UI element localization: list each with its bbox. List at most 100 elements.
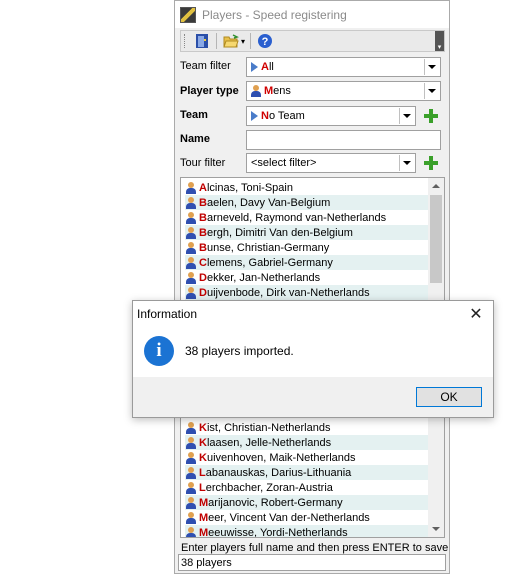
player-initial: M xyxy=(199,496,209,509)
toolbar-separator xyxy=(250,33,252,49)
list-item[interactable]: Lerchbacher, Zoran-Austria xyxy=(185,480,429,495)
toolbar: ▾ ? ▾ xyxy=(180,30,445,52)
player-name: aelen, Davy Van-Belgium xyxy=(206,196,331,209)
information-dialog: Information ✕ i 38 players imported. OK xyxy=(132,300,494,418)
player-name: eer, Vincent Van der-Netherlands xyxy=(208,511,370,524)
chevron-down-icon[interactable] xyxy=(399,108,414,124)
list-item[interactable]: Baelen, Davy Van-Belgium xyxy=(185,195,429,210)
list-item[interactable]: Alcinas, Toni-Spain xyxy=(185,180,429,195)
team-filter-value-initial: A xyxy=(261,61,269,73)
player-name: lemens, Gabriel-Germany xyxy=(206,256,333,269)
flag-icon xyxy=(251,62,258,72)
window-title: Players - Speed registering xyxy=(202,7,347,22)
open-button[interactable] xyxy=(222,32,240,50)
person-icon xyxy=(186,436,196,449)
player-name: lcinas, Toni-Spain xyxy=(206,181,293,194)
add-tour-filter-button[interactable] xyxy=(423,155,439,171)
team-value-initial: N xyxy=(261,110,269,122)
list-item[interactable]: Dekker, Jan-Netherlands xyxy=(185,270,429,285)
team-filter-label: Team filter xyxy=(180,60,231,72)
list-item[interactable]: Barneveld, Raymond van-Netherlands xyxy=(185,210,429,225)
player-type-select[interactable]: Mens xyxy=(246,81,441,101)
app-icon xyxy=(180,6,196,23)
person-icon xyxy=(251,85,261,97)
player-name: eeuwisse, Yordi-Netherlands xyxy=(208,526,348,538)
list-item[interactable]: Klaasen, Jelle-Netherlands xyxy=(185,435,429,450)
player-name: ekker, Jan-Netherlands xyxy=(206,271,321,284)
person-icon xyxy=(186,496,196,509)
close-icon[interactable]: ✕ xyxy=(467,305,485,323)
player-initial: K xyxy=(199,421,207,434)
person-icon xyxy=(186,226,196,239)
player-initial: D xyxy=(199,286,207,299)
list-item[interactable]: Labanauskas, Darius-Lithuania xyxy=(185,465,429,480)
person-icon xyxy=(186,511,196,524)
player-initial: B xyxy=(199,226,207,239)
flag-icon xyxy=(251,111,258,121)
player-initial: L xyxy=(199,466,206,479)
information-icon: i xyxy=(144,336,174,366)
chevron-down-icon[interactable] xyxy=(424,83,439,99)
scroll-up-arrow-icon[interactable] xyxy=(428,178,444,194)
tour-filter-value: <select filter> xyxy=(251,157,317,169)
player-name: ergh, Dimitri Van den-Belgium xyxy=(206,226,353,239)
ok-button[interactable]: OK xyxy=(416,387,482,407)
person-icon xyxy=(186,466,196,479)
players-window: Players - Speed registering ▾ ? ▾ Team f… xyxy=(174,0,450,574)
person-icon xyxy=(186,451,196,464)
list-item[interactable]: Meeuwisse, Yordi-Netherlands xyxy=(185,525,429,538)
team-select[interactable]: No Team xyxy=(246,106,416,126)
tour-filter-select[interactable]: <select filter> xyxy=(246,153,416,173)
open-dropdown-arrow[interactable]: ▾ xyxy=(241,37,245,46)
status-bar: 38 players xyxy=(178,554,446,571)
team-label: Team xyxy=(180,109,208,121)
player-initial: D xyxy=(199,271,207,284)
person-icon xyxy=(186,196,196,209)
person-icon xyxy=(186,271,196,284)
player-type-label: Player type xyxy=(180,85,239,97)
svg-text:?: ? xyxy=(262,36,269,48)
person-icon xyxy=(186,211,196,224)
player-list-bottom: Kist, Christian-Netherlands Klaasen, Jell… xyxy=(185,420,429,538)
add-team-button[interactable] xyxy=(423,108,439,124)
scroll-thumb[interactable] xyxy=(430,195,442,283)
name-input[interactable] xyxy=(246,130,441,150)
scroll-down-arrow-icon[interactable] xyxy=(428,521,444,537)
player-name: abanauskas, Darius-Lithuania xyxy=(205,466,352,479)
dialog-footer: OK xyxy=(133,377,493,417)
chevron-down-icon[interactable] xyxy=(424,59,439,75)
team-filter-select[interactable]: All xyxy=(246,57,441,77)
player-initial: L xyxy=(199,481,206,494)
player-name: laasen, Jelle-Netherlands xyxy=(206,436,332,449)
list-item[interactable]: Bunse, Christian-Germany xyxy=(185,240,429,255)
name-label: Name xyxy=(180,133,210,145)
list-item[interactable]: Kuivenhoven, Maik-Netherlands xyxy=(185,450,429,465)
list-item[interactable]: Meer, Vincent Van der-Netherlands xyxy=(185,510,429,525)
player-initial: C xyxy=(199,256,207,269)
list-item[interactable]: Clemens, Gabriel-Germany xyxy=(185,255,429,270)
person-icon xyxy=(186,181,196,194)
exit-door-icon xyxy=(196,34,208,48)
player-name: uijvenbode, Dirk van-Netherlands xyxy=(206,286,370,299)
list-item[interactable]: Duijvenbode, Dirk van-Netherlands xyxy=(185,285,429,300)
player-type-value: ens xyxy=(273,85,291,97)
dialog-title: Information xyxy=(137,307,198,321)
player-initial: B xyxy=(199,196,207,209)
toolbar-separator xyxy=(216,33,217,49)
list-item[interactable]: Bergh, Dimitri Van den-Belgium xyxy=(185,225,429,240)
toolbar-overflow-chevron[interactable]: ▾ xyxy=(435,31,444,51)
person-icon xyxy=(186,256,196,269)
hint-text: Enter players full name and then press E… xyxy=(181,542,449,554)
list-item[interactable]: Kist, Christian-Netherlands xyxy=(185,420,429,435)
player-name: ist, Christian-Netherlands xyxy=(206,421,331,434)
toolbar-grip[interactable] xyxy=(184,34,188,48)
help-button[interactable]: ? xyxy=(256,32,274,50)
player-initial: M xyxy=(199,526,209,538)
chevron-down-icon[interactable] xyxy=(399,155,414,171)
exit-button[interactable] xyxy=(193,32,211,50)
player-name: arijanovic, Robert-Germany xyxy=(208,496,343,509)
list-item[interactable]: Marijanovic, Robert-Germany xyxy=(185,495,429,510)
player-initial: M xyxy=(199,511,209,524)
player-list-top: Alcinas, Toni-Spain Baelen, Davy Van-Belg… xyxy=(185,180,429,300)
team-filter-value: ll xyxy=(268,61,274,73)
